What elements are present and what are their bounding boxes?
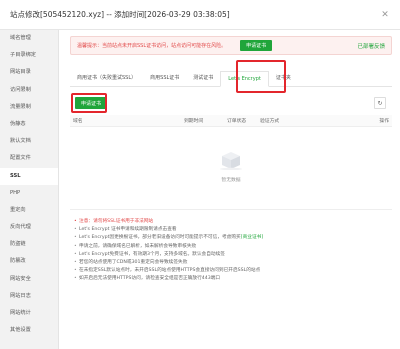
- cert-table-header: 域名 到期时间 订单状态 验证方式 操作: [70, 115, 392, 127]
- note-item: Let's Encrypt免费证书，有效期3个月，支持多域名。默认会自动续签: [74, 251, 392, 259]
- sidebar-item-access-limit[interactable]: 访问限制: [0, 82, 58, 99]
- ssl-panel: 温馨提示：当前站点未开启SSL证书访问，站点访问可能存在风险。 申请证书 已部署…: [60, 30, 400, 349]
- column-expiry: 到期时间: [184, 119, 204, 124]
- empty-box-icon: [218, 148, 244, 170]
- sidebar-item-other[interactable]: 其他设置: [0, 322, 58, 339]
- sidebar-item-php[interactable]: PHP: [0, 185, 58, 202]
- dialog-titlebar: 站点修改[505452120.xyz] -- 添加时间[2026-03-29 0…: [0, 0, 400, 30]
- note-item: 若您的站点使用了CDN或301重定向会导致续签失败: [74, 259, 392, 267]
- tab-test-cert[interactable]: 测试证书: [186, 71, 220, 86]
- ssl-toolbar: 申请证书 ↻: [70, 93, 392, 113]
- divider: [70, 209, 392, 210]
- ssl-notes-list: 注意：请勿将SSL证书用于非法网站 Let's Encrypt 证书申请和续期限…: [70, 218, 392, 284]
- sidebar-item-redirect[interactable]: 重定向: [0, 202, 58, 219]
- empty-state-text: 暂无数据: [221, 177, 241, 183]
- column-domain: 域名: [73, 119, 83, 124]
- note-item: Let's Encrypt因更换根证书，部分老旧设备访问时可能提示不可信，考虑购…: [74, 234, 392, 242]
- settings-sidebar: 域名管理 子目录绑定 网站目录 访问限制 流量限制 伪静态 默认文档 配置文件 …: [0, 30, 59, 349]
- close-icon[interactable]: ✕: [380, 10, 390, 20]
- dialog-title: 站点修改[505452120.xyz] -- 添加时间[2026-03-29 0…: [10, 10, 230, 19]
- sidebar-item-security[interactable]: 网站安全: [0, 271, 58, 288]
- sidebar-item-hotlink[interactable]: 防盗链: [0, 236, 58, 253]
- sidebar-item-site-dir[interactable]: 网站目录: [0, 64, 58, 81]
- sidebar-item-stats[interactable]: 网站统计: [0, 305, 58, 322]
- tab-commercial-ssl[interactable]: 商用SSL证书: [143, 71, 186, 86]
- ssl-tabs: 商用证书（失败重试SSL） 商用SSL证书 测试证书 Let's Encrypt…: [70, 60, 392, 93]
- sidebar-item-traffic-limit[interactable]: 流量限制: [0, 99, 58, 116]
- column-verify-method: 验证方式: [260, 119, 280, 124]
- sidebar-item-domain[interactable]: 域名管理: [0, 30, 58, 47]
- note-item-text: Let's Encrypt因更换根证书，部分老旧设备访问时可能提示不可信，考虑购…: [79, 235, 241, 241]
- site-settings-dialog: 站点修改[505452120.xyz] -- 添加时间[2026-03-29 0…: [0, 0, 400, 349]
- column-order-status: 订单状态: [227, 119, 247, 124]
- refresh-icon[interactable]: ↻: [374, 97, 386, 109]
- deploy-feedback-link[interactable]: 已部署反馈: [357, 42, 385, 50]
- ssl-warning-alert: 温馨提示：当前站点未开启SSL证书访问，站点访问可能存在风险。 申请证书 已部署…: [70, 36, 392, 55]
- note-item: 如开启后无法使用HTTPS访问，请检查安全组是否正确放行443端口: [74, 275, 392, 283]
- empty-state: 暂无数据: [70, 127, 392, 203]
- column-actions: 操作: [379, 119, 389, 124]
- tab-lets-encrypt[interactable]: Let's Encrypt: [220, 71, 269, 87]
- tab-commercial-retry[interactable]: 商用证书（失败重试SSL）: [70, 71, 143, 86]
- sidebar-item-logs[interactable]: 网站日志: [0, 288, 58, 305]
- commercial-cert-link[interactable]: [商业证书]: [241, 235, 263, 240]
- sidebar-item-rewrite[interactable]: 伪静态: [0, 116, 58, 133]
- note-item: 申请之前，请确保域名已解析，如未解析会导致审核失败: [74, 243, 392, 251]
- sidebar-item-default-doc[interactable]: 默认文档: [0, 133, 58, 150]
- sidebar-item-ssl[interactable]: SSL: [0, 167, 58, 185]
- alert-text: 温馨提示：当前站点未开启SSL证书访问，站点访问可能存在风险。: [77, 43, 227, 49]
- note-item: Let's Encrypt 证书申请和续期限制请点击查看: [74, 226, 392, 234]
- sidebar-item-reverse-proxy[interactable]: 反向代理: [0, 219, 58, 236]
- sidebar-item-tamper[interactable]: 防篡改: [0, 253, 58, 270]
- note-item: 在未指定SSL默认站点时，未开启SSL的站点使用HTTPS会直接访问到已开启SS…: [74, 267, 392, 275]
- note-item: 注意：请勿将SSL证书用于非法网站: [74, 218, 392, 226]
- tab-cert-folder[interactable]: 证书夹: [269, 71, 298, 86]
- alert-apply-button[interactable]: 申请证书: [240, 40, 273, 51]
- sidebar-item-subdir[interactable]: 子目录绑定: [0, 47, 58, 64]
- sidebar-item-config[interactable]: 配置文件: [0, 150, 58, 167]
- apply-cert-button[interactable]: 申请证书: [75, 97, 108, 109]
